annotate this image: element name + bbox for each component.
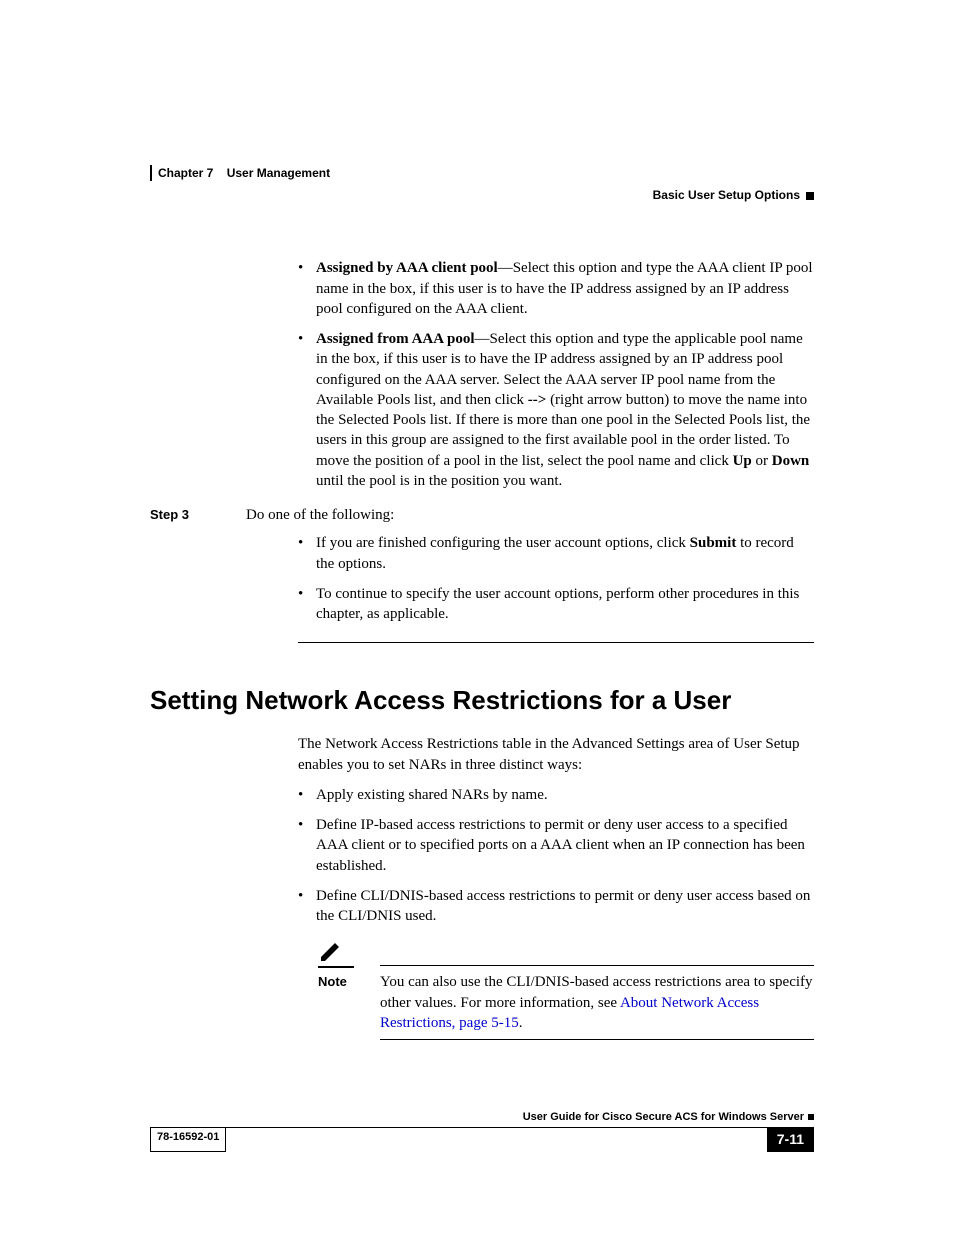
header-section-text: Basic User Setup Options — [653, 188, 800, 202]
section-divider — [298, 642, 814, 643]
list-item: Define CLI/DNIS-based access restriction… — [298, 886, 814, 927]
list-item: Apply existing shared NARs by name. — [298, 785, 814, 805]
nar-list: Apply existing shared NARs by name. Defi… — [298, 785, 814, 927]
section-intro: The Network Access Restrictions table in… — [298, 734, 814, 775]
step-label: Step 3 — [58, 505, 246, 525]
sub-a-1: If you are finished configuring the user… — [316, 535, 690, 551]
down-label: Down — [772, 453, 810, 469]
sub-b: To continue to specify the user account … — [316, 586, 799, 622]
header-chapter: Chapter 7 User Management — [150, 165, 814, 181]
note-text: You can also use the CLI/DNIS-based acce… — [380, 972, 814, 1033]
option-desc-3: until the pool is in the position you wa… — [316, 473, 562, 489]
note-text-2: . — [519, 1015, 523, 1031]
note-block: Note You can also use the CLI/DNIS-based… — [318, 940, 814, 1040]
list-item: Define IP-based access restrictions to p… — [298, 815, 814, 876]
header-section: Basic User Setup Options — [150, 187, 814, 203]
option-name: Assigned from AAA pool — [316, 331, 475, 347]
arrow-label: --> — [528, 392, 547, 408]
list-item: If you are finished configuring the user… — [298, 533, 814, 574]
section-heading: Setting Network Access Restrictions for … — [150, 683, 814, 718]
pencil-icon — [318, 940, 342, 964]
footer-page-number: 7-11 — [767, 1127, 814, 1152]
option-list: Assigned by AAA client pool—Select this … — [298, 258, 814, 491]
step-text: Do one of the following: — [246, 507, 394, 523]
nar-a: Apply existing shared NARs by name. — [316, 787, 548, 803]
chapter-title: User Management — [227, 166, 330, 180]
list-item: To continue to specify the user account … — [298, 584, 814, 625]
list-item: Assigned from AAA pool—Select this optio… — [298, 329, 814, 491]
submit-label: Submit — [690, 535, 737, 551]
nar-b: Define IP-based access restrictions to p… — [316, 817, 805, 874]
chapter-label: Chapter 7 — [158, 166, 213, 180]
note-label: Note — [318, 972, 380, 1033]
footer-guide-title: User Guide for Cisco Secure ACS for Wind… — [523, 1111, 804, 1123]
option-name: Assigned by AAA client pool — [316, 260, 498, 276]
header-end-marker-icon — [806, 192, 814, 200]
step-3-options: If you are finished configuring the user… — [298, 533, 814, 624]
footer-doc-number: 78-16592-01 — [150, 1127, 226, 1152]
or-text: or — [752, 453, 772, 469]
footer-marker-icon — [808, 1114, 814, 1120]
list-item: Assigned by AAA client pool—Select this … — [298, 258, 814, 319]
nar-c: Define CLI/DNIS-based access restriction… — [316, 888, 810, 924]
up-label: Up — [733, 453, 752, 469]
step-body: Do one of the following: — [246, 505, 814, 525]
page-footer: User Guide for Cisco Secure ACS for Wind… — [150, 1110, 814, 1152]
running-header: Chapter 7 User Management Basic User Set… — [150, 165, 814, 203]
step-3: Step 3 Do one of the following: — [58, 505, 814, 525]
